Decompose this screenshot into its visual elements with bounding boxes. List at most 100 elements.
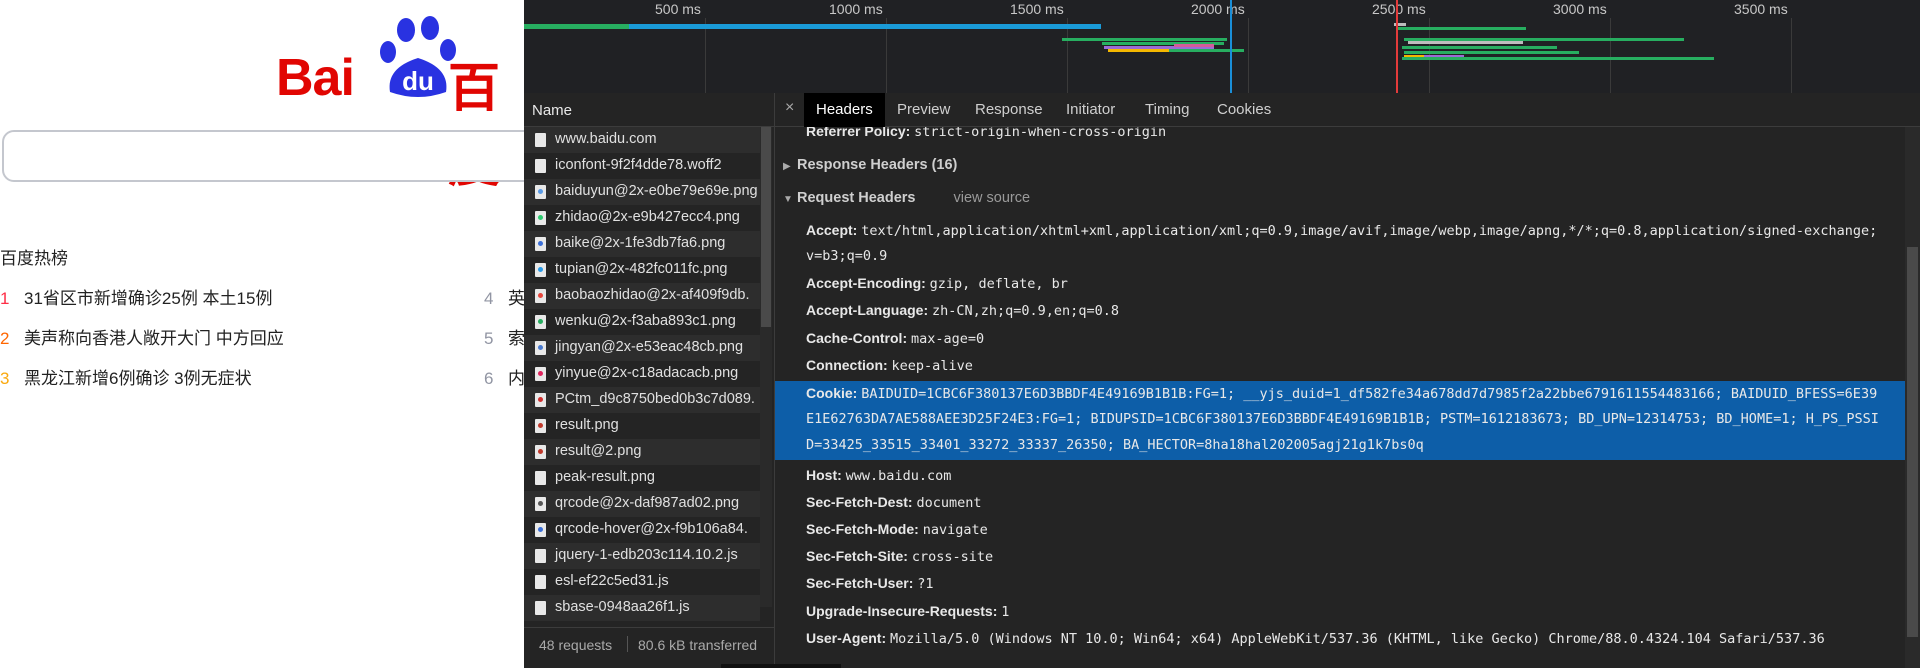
tab-initiator[interactable]: Initiator [1054,93,1127,127]
tick-line [1791,18,1792,93]
tick-label: 1500 ms [1010,1,1064,17]
request-row[interactable]: www.baidu.com [524,127,760,153]
header-referrer-policy[interactable]: Referrer Policy: strict-origin-when-cros… [806,127,1166,140]
request-row[interactable]: baike@2x-1fe3db7fa6.png [524,231,760,257]
request-list-scrollbar[interactable] [760,127,772,607]
horizontal-scrollbar[interactable] [721,664,841,668]
header-sec-fetch-site[interactable]: Sec-Fetch-Site: cross-site [806,548,993,565]
details-scrollbar[interactable] [1905,127,1920,668]
baidu-logo[interactable]: Bai du 百度 [276,10,524,194]
hot-item[interactable]: 6内 [484,364,524,389]
details-tabbar: × Headers Preview Response Initiator Tim… [775,93,1920,127]
hot-item[interactable]: 4英 [484,284,524,309]
tick-line [1248,18,1249,93]
header-key: Upgrade-Insecure-Requests: [806,603,998,619]
header-value: 1 [1001,604,1010,620]
header-value: document [916,495,982,511]
header-host[interactable]: Host: www.baidu.com [806,467,951,484]
hot-item[interactable]: 1 31省区市新增确诊25例 本土15例 [0,284,272,309]
search-input[interactable] [2,130,524,182]
header-key: Sec-Fetch-Site: [806,548,908,564]
tab-preview[interactable]: Preview [885,93,962,127]
hot-item[interactable]: 2 美声称向香港人敞开大门 中方回应 [0,324,284,349]
tab-response[interactable]: Response [963,93,1055,127]
section-title: Response Headers (16) [797,157,958,173]
request-row[interactable]: PCtm_d9c8750bed0b3c7d089. [524,387,760,413]
hot-rank: 3 [0,369,10,388]
header-value: cross-site [911,549,994,565]
request-name: baobaozhidao@2x-af409f9db. [555,287,750,303]
request-row[interactable]: tupian@2x-482fc011fc.png [524,257,760,283]
response-headers-section[interactable]: ▶ Response Headers (16) [783,157,957,173]
transferred-size: 80.6 kB transferred [638,637,758,653]
network-overview[interactable]: 500 ms 1000 ms 1500 ms 2000 ms 2500 ms 3… [524,0,1920,94]
hot-list-title[interactable]: 百度热榜 [0,244,68,269]
tick-label: 500 ms [655,1,701,17]
image-file-icon [535,263,546,277]
request-list: www.baidu.com iconfont-9f2f4dde78.woff2 … [524,127,760,621]
image-file-icon [535,393,546,407]
header-cache-control[interactable]: Cache-Control: max-age=0 [806,330,984,347]
request-row[interactable]: iconfont-9f2f4dde78.woff2 [524,153,760,179]
request-row[interactable]: zhidao@2x-e9b427ecc4.png [524,205,760,231]
waterfall-bar [524,24,629,29]
header-sec-fetch-user[interactable]: Sec-Fetch-User: ?1 [806,575,934,592]
header-value: keep-alive [891,358,973,374]
request-row[interactable]: baiduyun@2x-e0be79e69e.png [524,179,760,205]
tab-headers[interactable]: Headers [804,93,885,127]
hot-rank: 1 [0,289,10,308]
request-row[interactable]: jquery-1-edb203c114.10.2.js [524,543,760,569]
request-name: esl-ef22c5ed31.js [555,573,669,589]
request-name: jingyan@2x-e53eac48cb.png [555,339,744,355]
header-value: BAIDUID=1CBC6F380137E6D3BBDF4E49169B1B1B… [861,386,1878,402]
header-accept-encoding[interactable]: Accept-Encoding: gzip, deflate, br [806,275,1068,292]
header-sec-fetch-mode[interactable]: Sec-Fetch-Mode: navigate [806,521,988,538]
request-row[interactable]: sbase-0948aa26f1.js [524,595,760,621]
request-row[interactable]: qrcode-hover@2x-f9b106a84. [524,517,760,543]
request-name: wenku@2x-f3aba893c1.png [555,313,736,329]
header-value: max-age=0 [911,331,985,347]
request-row[interactable]: yinyue@2x-c18adacacb.png [524,361,760,387]
scrollbar-thumb[interactable] [761,127,771,327]
header-user-agent[interactable]: User-Agent: Mozilla/5.0 (Windows NT 10.0… [806,630,1825,647]
header-connection[interactable]: Connection: keep-alive [806,357,973,374]
divider [627,636,628,652]
hot-text: 索 [508,329,524,348]
request-row[interactable]: wenku@2x-f3aba893c1.png [524,309,760,335]
hot-rank: 6 [484,369,494,388]
tab-timing[interactable]: Timing [1133,93,1201,127]
image-file-icon [535,289,546,303]
request-row[interactable]: peak-result.png [524,465,760,491]
header-value: text/html,application/xhtml+xml,applicat… [861,223,1878,239]
header-key: Host: [806,467,842,483]
header-upgrade-insecure-requests[interactable]: Upgrade-Insecure-Requests: 1 [806,603,1009,620]
headers-content: Referrer Policy: strict-origin-when-cros… [775,127,1905,668]
request-row[interactable]: result.png [524,413,760,439]
request-name: qrcode@2x-daf987ad02.png [555,495,740,511]
tab-cookies[interactable]: Cookies [1205,93,1283,127]
name-column-header[interactable]: Name [524,93,774,127]
hot-item[interactable]: 5索 [484,324,524,349]
header-cookie[interactable]: Cookie: BAIDUID=1CBC6F380137E6D3BBDF4E49… [806,385,1877,402]
close-icon[interactable]: × [785,99,794,117]
hot-item[interactable]: 3 黑龙江新增6例确诊 3例无症状 [0,364,252,389]
hot-text: 黑龙江新增6例确诊 3例无症状 [24,369,252,388]
request-row[interactable]: esl-ef22c5ed31.js [524,569,760,595]
triangle-right-icon: ▶ [783,161,791,172]
header-value: Mozilla/5.0 (Windows NT 10.0; Win64; x64… [890,631,1825,647]
request-row[interactable]: jingyan@2x-e53eac48cb.png [524,335,760,361]
request-headers-section[interactable]: ▼ Request Headers view source [783,190,1030,206]
header-value-continued: v=b3;q=0.9 [806,248,888,264]
header-accept-language[interactable]: Accept-Language: zh-CN,zh;q=0.9,en;q=0.8 [806,302,1119,319]
view-source-link[interactable]: view source [953,190,1030,206]
header-sec-fetch-dest[interactable]: Sec-Fetch-Dest: document [806,494,982,511]
request-row[interactable]: qrcode@2x-daf987ad02.png [524,491,760,517]
scrollbar-thumb[interactable] [1907,247,1918,637]
image-file-icon [535,367,546,381]
request-row[interactable]: baobaozhidao@2x-af409f9db. [524,283,760,309]
devtools-panel: 500 ms 1000 ms 1500 ms 2000 ms 2500 ms 3… [524,0,1920,668]
image-file-icon [535,237,546,251]
document-icon [535,471,546,485]
request-row[interactable]: result@2.png [524,439,760,465]
header-accept[interactable]: Accept: text/html,application/xhtml+xml,… [806,222,1877,239]
